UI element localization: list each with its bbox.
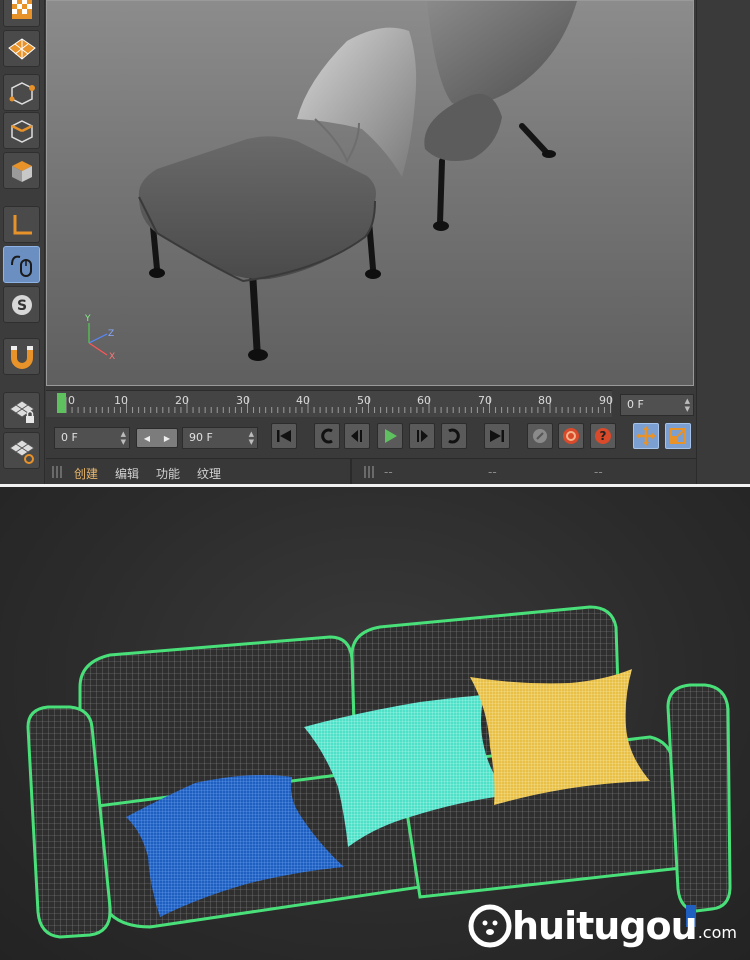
loop-right-icon xyxy=(448,428,460,444)
magnet-icon[interactable] xyxy=(3,338,40,375)
previous-key-button[interactable] xyxy=(314,423,340,449)
spinner-icon[interactable]: ▲ ▼ xyxy=(249,430,254,446)
tick-label: 30 xyxy=(236,394,250,407)
spinner-icon[interactable]: ▲ ▼ xyxy=(121,430,126,446)
watermark-domain: .com xyxy=(697,922,737,942)
tweak-mode-icon[interactable] xyxy=(3,246,40,283)
sofa-wireframe xyxy=(26,605,732,939)
tick-label: 10 xyxy=(114,394,128,407)
record-keys-button[interactable] xyxy=(527,423,553,449)
attribute-field-2: -- xyxy=(488,465,497,479)
left-toolbar: S xyxy=(0,0,45,484)
go-to-end-button[interactable] xyxy=(484,423,510,449)
workplane-refresh-icon[interactable] xyxy=(3,432,40,469)
armrest-right xyxy=(666,683,732,913)
loop-left-icon xyxy=(321,428,333,444)
svg-text:Z: Z xyxy=(108,329,114,339)
attribute-field-3: -- xyxy=(594,465,603,479)
menu-edit[interactable]: 编辑 xyxy=(115,465,139,482)
current-frame-field[interactable]: 0 F ▲ ▼ xyxy=(620,394,694,416)
grip-icon[interactable] xyxy=(364,466,376,478)
current-frame-value: 0 F xyxy=(627,398,644,411)
attribute-field-1: -- xyxy=(384,465,393,479)
points-mode-icon[interactable] xyxy=(3,74,40,111)
tick-label: 60 xyxy=(417,394,431,407)
scale-icon xyxy=(670,428,686,444)
menu-function[interactable]: 功能 xyxy=(156,465,180,482)
start-frame-field[interactable]: 0 F ▲ ▼ xyxy=(54,427,130,449)
tick-label: 20 xyxy=(175,394,189,407)
viewport-3d[interactable]: Y Z X xyxy=(46,0,694,386)
range-slider[interactable]: ◀ ▶ xyxy=(136,428,178,448)
menu-create[interactable]: 创建 xyxy=(74,465,98,482)
scale-keys-button[interactable] xyxy=(665,423,691,449)
snap-settings-icon[interactable]: S xyxy=(3,286,40,323)
skip-start-icon xyxy=(277,430,291,442)
material-manager-bar: 创建 编辑 功能 纹理 -- -- -- xyxy=(46,458,696,484)
help-icon: ? xyxy=(595,428,611,444)
playhead[interactable] xyxy=(57,393,66,413)
play-button[interactable] xyxy=(377,423,403,449)
play-icon xyxy=(385,429,397,443)
watermark-logo: huitugou .com xyxy=(468,896,737,956)
c4d-window: S Y Z X 0 10 20 30 40 50 60 70 80 90 0 F… xyxy=(0,0,750,484)
svg-text:S: S xyxy=(16,298,26,314)
step-back-icon xyxy=(351,430,362,442)
skip-end-icon xyxy=(490,430,504,442)
step-forward-icon xyxy=(417,430,428,442)
next-key-button[interactable] xyxy=(441,423,467,449)
svg-text:?: ? xyxy=(600,429,607,443)
arrow-left-icon: ◀ xyxy=(143,433,151,443)
timeline-ticks xyxy=(65,397,611,413)
right-panel-strip xyxy=(696,0,750,484)
autokey-button[interactable] xyxy=(558,423,584,449)
move-keys-button[interactable] xyxy=(633,423,659,449)
arrow-right-icon: ▶ xyxy=(163,433,171,443)
tick-label: 80 xyxy=(538,394,552,407)
autokey-icon xyxy=(563,428,579,444)
move-icon xyxy=(636,426,656,446)
panel-divider xyxy=(350,459,352,484)
svg-text:Y: Y xyxy=(84,314,91,324)
tick-label: 70 xyxy=(478,394,492,407)
texture-mode-icon[interactable] xyxy=(3,30,40,67)
axis-mode-icon[interactable] xyxy=(3,206,40,243)
polygons-mode-icon[interactable] xyxy=(3,152,40,189)
keyframe-selection-button[interactable]: ? xyxy=(590,423,616,449)
timeline-ruler[interactable]: 0 10 20 30 40 50 60 70 80 90 xyxy=(46,390,613,417)
start-frame-value: 0 F xyxy=(61,431,78,444)
spinner-icon[interactable]: ▲ ▼ xyxy=(685,397,690,413)
scene-render: Y Z X xyxy=(84,1,577,362)
edges-mode-icon[interactable] xyxy=(3,112,40,149)
previous-frame-button[interactable] xyxy=(344,423,370,449)
svg-text:X: X xyxy=(109,352,115,362)
end-frame-field[interactable]: 90 F ▲ ▼ xyxy=(182,427,258,449)
tick-label: 0 xyxy=(68,394,75,407)
axis-gizmo: Y Z X xyxy=(84,314,115,362)
ottoman xyxy=(138,136,381,361)
menu-texture[interactable]: 纹理 xyxy=(197,465,221,482)
watermark-brand: huitugou xyxy=(512,904,698,948)
key-disabled-icon xyxy=(533,429,547,443)
wireframe-render xyxy=(0,487,750,960)
end-frame-value: 90 F xyxy=(189,431,213,444)
grip-icon[interactable] xyxy=(52,466,64,478)
tick-label: 90 xyxy=(599,394,613,407)
dog-logo-icon xyxy=(468,904,512,948)
workplane-lock-icon[interactable] xyxy=(3,392,40,429)
checker-icon[interactable] xyxy=(3,0,40,27)
go-to-start-button[interactable] xyxy=(271,423,297,449)
tick-label: 40 xyxy=(296,394,310,407)
tick-label: 50 xyxy=(357,394,371,407)
next-frame-button[interactable] xyxy=(409,423,435,449)
